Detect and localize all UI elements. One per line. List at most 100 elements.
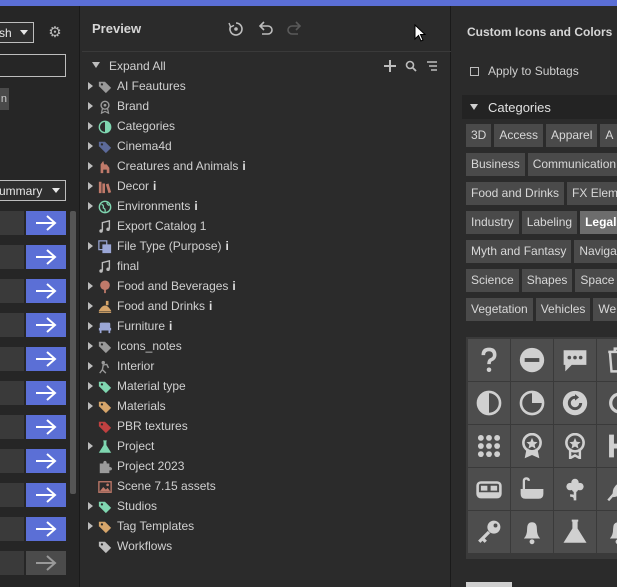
- icon-choice[interactable]: [511, 468, 553, 510]
- icon-choice[interactable]: [597, 382, 617, 424]
- search-icon[interactable]: [403, 58, 419, 74]
- caret-right-icon[interactable]: [88, 302, 93, 310]
- icon-choice[interactable]: [554, 468, 596, 510]
- caret-right-icon[interactable]: [88, 402, 93, 410]
- caret-right-icon[interactable]: [88, 442, 93, 450]
- category-chip[interactable]: Communication: [527, 153, 617, 176]
- apply-arrow-button[interactable]: [26, 313, 66, 337]
- caret-right-icon[interactable]: [88, 82, 93, 90]
- tree-item[interactable]: Export Catalog 1: [82, 216, 451, 236]
- info-icon[interactable]: i: [153, 179, 156, 193]
- left-row-field[interactable]: [0, 279, 24, 303]
- top-select[interactable]: sh: [0, 22, 34, 43]
- left-row-field[interactable]: [0, 517, 24, 541]
- info-icon[interactable]: i: [232, 279, 235, 293]
- reset-icon[interactable]: [225, 18, 247, 40]
- apply-arrow-button[interactable]: [26, 449, 66, 473]
- apply-arrow-button[interactable]: [26, 211, 66, 235]
- tree-item[interactable]: Environments i: [82, 196, 451, 216]
- category-chip[interactable]: Food and Drinks: [466, 182, 565, 205]
- category-chip[interactable]: Industry: [466, 211, 519, 234]
- left-scrollbar[interactable]: [70, 211, 76, 494]
- caret-right-icon[interactable]: [88, 142, 93, 150]
- tree-item[interactable]: Icons_notes: [82, 336, 451, 356]
- left-row-field[interactable]: [0, 551, 24, 575]
- left-row-field[interactable]: [0, 211, 24, 235]
- tree-item[interactable]: Project 2023: [82, 456, 451, 476]
- icon-choice[interactable]: [554, 425, 596, 467]
- categories-header[interactable]: Categories: [462, 95, 617, 119]
- icon-choice[interactable]: [554, 382, 596, 424]
- tree-item[interactable]: final: [82, 256, 451, 276]
- tree-item[interactable]: Brand: [82, 96, 451, 116]
- category-chip[interactable]: FX Elem: [567, 182, 617, 205]
- apply-arrow-button[interactable]: [26, 347, 66, 371]
- apply-arrow-button[interactable]: [26, 415, 66, 439]
- category-chip[interactable]: 3D: [466, 124, 492, 147]
- caret-right-icon[interactable]: [88, 322, 93, 330]
- category-chip[interactable]: A: [600, 124, 617, 147]
- tree-item[interactable]: File Type (Purpose) i: [82, 236, 451, 256]
- tree-item[interactable]: Creatures and Animals i: [82, 156, 451, 176]
- category-chip[interactable]: Apparel: [546, 124, 598, 147]
- tree-item[interactable]: Scene 7.15 assets: [82, 476, 451, 496]
- info-icon[interactable]: i: [209, 299, 212, 313]
- category-chip[interactable]: Space: [575, 269, 617, 292]
- expand-all-row[interactable]: Expand All: [82, 56, 451, 76]
- plus-icon[interactable]: [382, 58, 398, 74]
- info-icon[interactable]: i: [194, 199, 197, 213]
- redo-icon[interactable]: [284, 18, 306, 40]
- tree-item[interactable]: Workflows: [82, 536, 451, 556]
- caret-right-icon[interactable]: [88, 282, 93, 290]
- icon-choice[interactable]: [597, 339, 617, 381]
- undo-icon[interactable]: [254, 18, 276, 40]
- tree-item[interactable]: Materials: [82, 396, 451, 416]
- left-row-field[interactable]: [0, 483, 24, 507]
- info-icon[interactable]: i: [242, 159, 245, 173]
- icon-choice[interactable]: [597, 511, 617, 553]
- icon-choice[interactable]: [597, 425, 617, 467]
- category-chip[interactable]: Naviga: [574, 240, 617, 263]
- icon-choice[interactable]: [511, 511, 553, 553]
- caret-right-icon[interactable]: [88, 182, 93, 190]
- icon-choice[interactable]: [554, 339, 596, 381]
- tree-item[interactable]: Cinema4d: [82, 136, 451, 156]
- apply-arrow-button[interactable]: [26, 483, 66, 507]
- left-row-field[interactable]: [0, 313, 24, 337]
- category-chip[interactable]: Legal: [580, 211, 617, 234]
- left-row-field[interactable]: [0, 245, 24, 269]
- category-chip[interactable]: Business: [466, 153, 525, 176]
- category-chip[interactable]: Vegetation: [466, 298, 533, 321]
- tree-item[interactable]: Food and Beverages i: [82, 276, 451, 296]
- icon-choice[interactable]: [468, 425, 510, 467]
- icon-choice[interactable]: [468, 382, 510, 424]
- apply-subtags-checkbox[interactable]: [470, 67, 479, 76]
- info-icon[interactable]: i: [169, 319, 172, 333]
- tree-item[interactable]: Studios: [82, 496, 451, 516]
- caret-right-icon[interactable]: [88, 202, 93, 210]
- left-row-field[interactable]: [0, 449, 24, 473]
- apply-arrow-button[interactable]: [26, 551, 66, 575]
- tree-item[interactable]: Project: [82, 436, 451, 456]
- tree-item[interactable]: Decor i: [82, 176, 451, 196]
- summary-select[interactable]: ummary: [0, 180, 66, 201]
- left-row-field[interactable]: [0, 347, 24, 371]
- tree-item[interactable]: Material type: [82, 376, 451, 396]
- category-chip[interactable]: Vehicles: [535, 298, 591, 321]
- caret-right-icon[interactable]: [88, 362, 93, 370]
- apply-arrow-button[interactable]: [26, 245, 66, 269]
- caret-right-icon[interactable]: [88, 382, 93, 390]
- icon-choice[interactable]: [468, 511, 510, 553]
- info-icon[interactable]: i: [226, 239, 229, 253]
- caret-right-icon[interactable]: [88, 122, 93, 130]
- bottom-button[interactable]: [466, 582, 512, 587]
- apply-arrow-button[interactable]: [26, 381, 66, 405]
- category-chip[interactable]: Access: [494, 124, 544, 147]
- left-row-field[interactable]: [0, 415, 24, 439]
- tree-item[interactable]: Categories: [82, 116, 451, 136]
- sort-icon[interactable]: [424, 58, 440, 74]
- caret-right-icon[interactable]: [88, 342, 93, 350]
- tree-item[interactable]: PBR textures: [82, 416, 451, 436]
- icon-choice[interactable]: [468, 339, 510, 381]
- icon-choice[interactable]: [554, 511, 596, 553]
